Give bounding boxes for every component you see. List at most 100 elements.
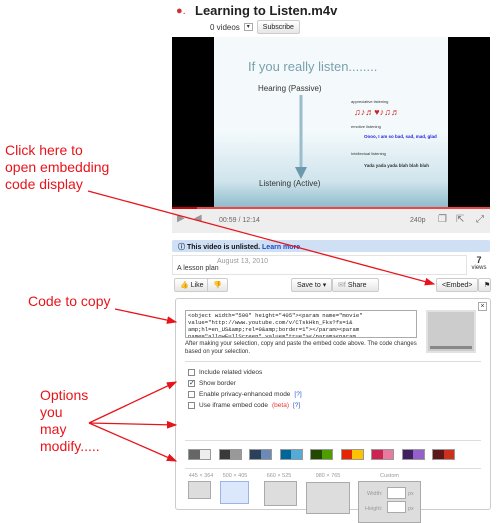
- channel-logo-icon: ●.: [176, 5, 186, 17]
- height-label: Height:: [365, 506, 383, 512]
- custom-size-label: Custom: [380, 473, 399, 479]
- size-option-445[interactable]: [188, 481, 211, 499]
- video-frame: If you really listen........ Hearing (Pa…: [214, 37, 448, 207]
- size-option-660[interactable]: [264, 481, 297, 506]
- video-player[interactable]: If you really listen........ Hearing (Pa…: [172, 37, 490, 207]
- time-display: 00:59 / 12:14: [219, 217, 260, 224]
- like-button[interactable]: 👍 Like: [174, 278, 210, 292]
- px-label: px: [408, 491, 414, 497]
- fullscreen-icon[interactable]: ⤢: [476, 214, 484, 225]
- size-option-980[interactable]: [306, 482, 350, 514]
- arrow-to-checkboxes: [88, 381, 178, 424]
- width-input[interactable]: [387, 487, 406, 499]
- popout-icon[interactable]: ❐: [438, 214, 447, 225]
- save-to-button[interactable]: Save to ▾: [291, 278, 333, 292]
- notice-text: This video is unlisted.: [186, 244, 261, 251]
- slide-text: Intellectual listening: [351, 151, 386, 156]
- embed-button[interactable]: <Embed>: [436, 278, 479, 292]
- slide-text: Yada yada yada blah blah blah: [364, 163, 430, 168]
- color-swatch[interactable]: [432, 449, 455, 460]
- like-label: Like: [190, 281, 204, 289]
- flag-icon[interactable]: ⚑: [478, 278, 491, 292]
- share-button[interactable]: ✉f Share: [332, 278, 379, 292]
- arrow-to-colors: [88, 420, 178, 429]
- channel-bar: 0 videos ▾ Subscribe: [210, 20, 300, 34]
- option-label: Enable privacy-enhanced mode: [199, 391, 291, 398]
- embed-preview: [426, 310, 476, 353]
- color-swatch[interactable]: [249, 449, 272, 460]
- embed-code-textarea[interactable]: <object width="500" height="405"><param …: [185, 310, 417, 338]
- slide-text: Listening (Active): [259, 179, 321, 188]
- divider: [185, 440, 481, 441]
- color-swatch[interactable]: [371, 449, 394, 460]
- annotation-line: may: [40, 421, 67, 437]
- checkbox[interactable]: [188, 391, 195, 398]
- learn-more-link[interactable]: Learn more: [262, 244, 300, 251]
- embed-option[interactable]: ✓ Show border: [188, 380, 236, 387]
- video-description: A lesson plan: [177, 265, 219, 272]
- dislike-button[interactable]: 👎: [207, 278, 228, 292]
- annotation-line: Click here to: [5, 142, 83, 158]
- annotation-line: modify.....: [40, 438, 100, 454]
- annotation-options: Options you may modify.....: [40, 387, 100, 455]
- quality-selector[interactable]: 240p: [410, 217, 426, 224]
- slide-text: appreciative listening: [351, 99, 389, 104]
- width-label: Width:: [367, 491, 383, 497]
- size-label: 445 × 364: [188, 473, 214, 479]
- video-count: 0 videos: [210, 22, 240, 32]
- size-label: 500 × 405: [222, 473, 248, 479]
- checkbox[interactable]: [188, 402, 195, 409]
- slide-text: Oooo, I am so bad, sad, mad, glad: [364, 134, 437, 139]
- views-number: 7: [476, 255, 482, 265]
- view-count: 7 views: [468, 255, 490, 275]
- custom-size-option[interactable]: Width: px Height: px: [358, 481, 421, 523]
- embed-option[interactable]: Include related videos: [188, 369, 262, 376]
- checkbox[interactable]: [188, 369, 195, 376]
- option-label: Use iframe embed code: [199, 402, 269, 409]
- color-swatch[interactable]: [188, 449, 211, 460]
- annotation-line: Options: [40, 387, 89, 403]
- option-label: Show border: [199, 380, 236, 387]
- checkbox[interactable]: ✓: [188, 380, 195, 387]
- help-link[interactable]: [?]: [293, 402, 300, 409]
- color-swatch[interactable]: [310, 449, 333, 460]
- slide-heading: If you really listen........: [248, 59, 378, 74]
- help-link[interactable]: [?]: [294, 391, 301, 398]
- size-label: 660 × 525: [266, 473, 292, 479]
- down-arrow-icon: [295, 95, 307, 179]
- video-title: Learning to Listen.m4v: [195, 3, 338, 18]
- subscribe-button[interactable]: Subscribe: [256, 20, 300, 34]
- size-option-500-selected[interactable]: [220, 481, 249, 504]
- embed-option[interactable]: Enable privacy-enhanced mode [?]: [188, 391, 302, 398]
- option-label: Include related videos: [199, 369, 263, 376]
- share-label: Share: [347, 281, 367, 289]
- embed-panel: × <object width="500" height="405"><para…: [175, 298, 491, 523]
- annotation-line: code display: [5, 176, 83, 192]
- annotation-code: Code to copy: [28, 293, 111, 309]
- beta-label: (beta): [272, 402, 289, 409]
- volume-icon[interactable]: ◀: [194, 213, 202, 224]
- px-label: px: [408, 506, 414, 512]
- save-to-label: Save to: [297, 281, 321, 289]
- progress-bar[interactable]: [172, 207, 198, 209]
- color-swatch[interactable]: [340, 449, 364, 460]
- size-label: 980 × 765: [315, 473, 341, 479]
- dropdown-icon[interactable]: ▾: [243, 23, 253, 31]
- annotation-line: you: [40, 404, 63, 420]
- embed-help-text: After making your selection, copy and pa…: [185, 341, 417, 355]
- embed-option[interactable]: Use iframe embed code (beta) [?]: [188, 402, 300, 409]
- color-swatch[interactable]: [218, 449, 242, 460]
- height-input[interactable]: [387, 501, 406, 513]
- annotation-click: Click here to open embedding code displa…: [5, 142, 109, 193]
- expand-icon[interactable]: ⇱: [456, 214, 464, 225]
- upload-date: August 13, 2010: [217, 258, 268, 265]
- close-icon[interactable]: ×: [478, 302, 487, 311]
- play-icon[interactable]: ▶: [177, 213, 185, 224]
- annotation-line: open embedding: [5, 159, 110, 175]
- video-info: August 13, 2010 A lesson plan: [172, 255, 467, 275]
- color-swatch[interactable]: [401, 449, 425, 460]
- color-swatch[interactable]: [279, 449, 303, 460]
- thumbs-up-icon: 👍: [180, 282, 189, 289]
- music-notes-icon: ♫♪♬♥♪♫♬: [354, 107, 400, 117]
- unlisted-notice: ⓘ This video is unlisted. Learn more: [172, 240, 490, 252]
